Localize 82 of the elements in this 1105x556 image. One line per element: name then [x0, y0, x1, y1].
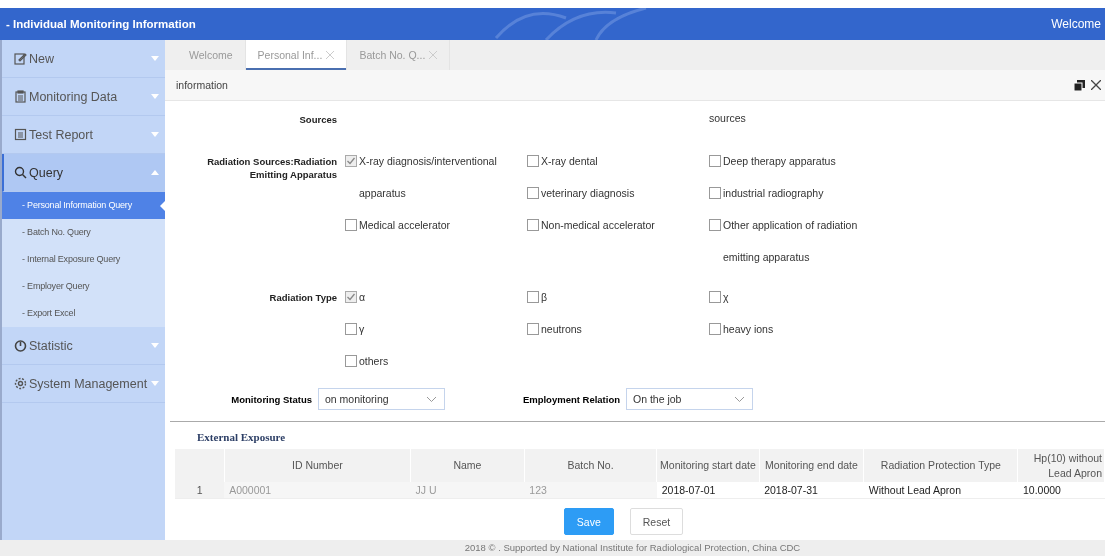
- checkbox[interactable]: [709, 187, 721, 199]
- checkbox[interactable]: [527, 155, 539, 167]
- footer-text: 2018 © . Supported by National Institute for Radiological Protection, China CDC: [0, 540, 1105, 556]
- sidebar-subitem[interactable]: - Employer Query: [2, 273, 165, 300]
- welcome-link[interactable]: Welcome: [1051, 17, 1105, 31]
- option-text: sources: [709, 111, 747, 126]
- option-label: γ: [359, 322, 366, 337]
- checkbox[interactable]: [709, 219, 721, 231]
- sidebar-subitem[interactable]: - Batch No. Query: [2, 219, 165, 246]
- checkbox[interactable]: [345, 219, 357, 231]
- table-cell: 10.0000: [1017, 482, 1105, 499]
- dropdown-field[interactable]: On the job: [626, 388, 753, 410]
- settings-icon: [14, 377, 27, 390]
- sidebar-item[interactable]: Query: [2, 154, 165, 192]
- clock-icon: [14, 339, 27, 352]
- caret-icon: [151, 170, 159, 175]
- field-label: Monitoring Status: [230, 393, 312, 405]
- option-label: others: [359, 354, 390, 369]
- save-button[interactable]: Save: [563, 508, 614, 535]
- section-title: External Exposure: [196, 430, 287, 445]
- dropdown-field[interactable]: on monitoring: [318, 388, 445, 410]
- checkbox[interactable]: [527, 323, 539, 335]
- field-label: Radiation Type: [268, 291, 337, 305]
- sidebar-subitem[interactable]: - Internal Exposure Query: [2, 246, 165, 273]
- column-header: Batch No.: [524, 449, 657, 482]
- table-cell: 2018-07-01: [656, 482, 760, 499]
- app-title: - Individual Monitoring Information: [5, 18, 196, 30]
- row-number: 1: [175, 482, 225, 499]
- search-icon: [14, 166, 27, 179]
- checkbox[interactable]: [345, 291, 357, 303]
- option-label: Deep therapy apparatus: [723, 154, 837, 169]
- caret-icon: [151, 343, 159, 348]
- column-header: Name: [410, 449, 525, 482]
- column-header: Hp(10) without Lead Apron: [1017, 449, 1105, 482]
- column-header: Radiation Protection Type: [863, 449, 1018, 482]
- checkbox[interactable]: [709, 291, 721, 303]
- sidebar-subitem[interactable]: - Personal Information Query: [2, 192, 165, 219]
- table-cell: JJ U: [410, 482, 525, 499]
- chevron-down-icon: [427, 396, 436, 402]
- option-label: neutrons: [541, 322, 583, 337]
- sidebar-subitem[interactable]: - Export Excel: [2, 300, 165, 327]
- option-label: β: [541, 290, 549, 305]
- caret-icon: [151, 56, 159, 61]
- caret-icon: [151, 94, 159, 99]
- chevron-down-icon: [735, 396, 744, 402]
- option-label: veterinary diagnosis: [541, 186, 636, 201]
- caret-icon: [151, 381, 159, 386]
- checkbox[interactable]: [709, 323, 721, 335]
- option-label: industrial radiography: [723, 186, 825, 201]
- column-header: Monitoring start date: [656, 449, 760, 482]
- column-header: Monitoring end date: [759, 449, 864, 482]
- tab[interactable]: Personal Inf...: [245, 40, 348, 70]
- close-icon[interactable]: [1091, 80, 1101, 90]
- panel-title: information: [176, 79, 228, 91]
- field-label: Radiation Sources:Radiation Emitting Apparatus: [206, 155, 337, 182]
- edit-icon: [14, 52, 27, 65]
- table-cell: 2018-07-31: [759, 482, 864, 499]
- clipboard-icon: [14, 90, 27, 103]
- field-label: Sources: [298, 113, 337, 127]
- reset-button[interactable]: Reset: [629, 508, 684, 535]
- option-label: α: [359, 290, 367, 305]
- checkbox[interactable]: [345, 155, 357, 167]
- document-icon: [14, 128, 27, 141]
- checkbox[interactable]: [527, 291, 539, 303]
- option-label: Medical accelerator: [359, 218, 452, 233]
- checkbox[interactable]: [527, 187, 539, 199]
- option-label: X-ray dental: [541, 154, 599, 169]
- option-label: χ: [723, 290, 730, 305]
- option-label: X-ray diagnosis/interventional apparatus: [359, 154, 498, 201]
- caret-icon: [151, 132, 159, 137]
- option-label: heavy ions: [723, 322, 775, 337]
- table-cell: A000001: [224, 482, 411, 499]
- table-cell: 123: [524, 482, 657, 499]
- checkbox[interactable]: [345, 355, 357, 367]
- column-header: ID Number: [224, 449, 411, 482]
- restore-icon[interactable]: [1074, 79, 1085, 91]
- checkbox[interactable]: [709, 155, 721, 167]
- checkbox[interactable]: [527, 219, 539, 231]
- field-label: Employment Relation: [521, 393, 620, 405]
- checkbox[interactable]: [345, 323, 357, 335]
- option-label: Non-medical accelerator: [541, 218, 656, 233]
- table-cell: Without Lead Apron: [863, 482, 1018, 499]
